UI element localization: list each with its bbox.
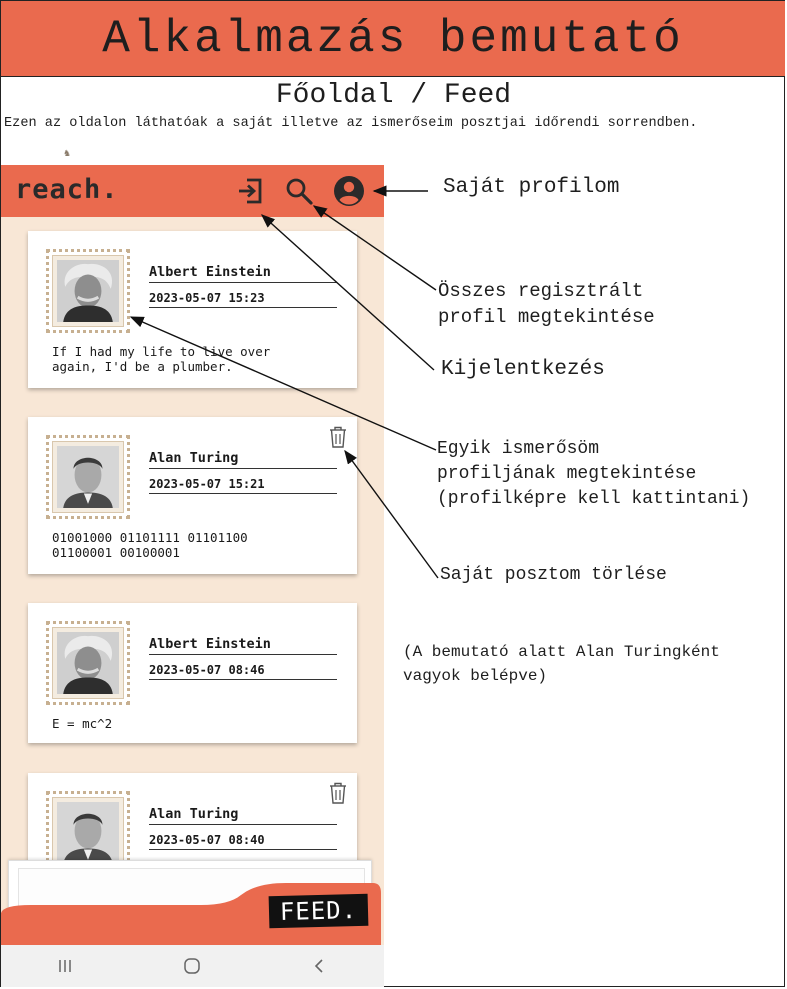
- delete-post-trash-icon[interactable]: [328, 781, 348, 805]
- post-date: 2023-05-07 08:40: [149, 833, 337, 850]
- post-date: 2023-05-07 08:46: [149, 663, 337, 680]
- presentation-title: Alkalmazás bemutató: [102, 12, 684, 65]
- post-author: Alan Turing: [149, 806, 337, 825]
- post-content: E = mc^2: [52, 716, 113, 731]
- annotation-delete-post: Saját posztom törlése: [440, 565, 667, 585]
- search-icon[interactable]: [282, 174, 316, 208]
- post-author: Albert Einstein: [149, 636, 337, 655]
- post-content: If I had my life to live over again, I'd…: [52, 344, 271, 374]
- post-card: Albert Einstein 2023-05-07 15:23 If I ha…: [28, 231, 357, 388]
- turing-photo: [57, 446, 119, 508]
- post-content: 01001000 01101111 01101100 01100001 0010…: [52, 530, 248, 560]
- turing-photo: [57, 802, 119, 864]
- android-nav-bar: [1, 945, 384, 987]
- post-card: Albert Einstein 2023-05-07 08:46 E = mc^…: [28, 603, 357, 743]
- annotation-own-profile: Saját profilom: [443, 176, 620, 199]
- delete-post-trash-icon[interactable]: [328, 425, 348, 449]
- small-decorative-icon: ♞: [64, 148, 71, 159]
- annotation-friend-profile: Egyik ismerősöm profiljának megtekintése…: [437, 439, 751, 509]
- einstein-photo: [57, 632, 119, 694]
- post-date: 2023-05-07 15:23: [149, 291, 337, 308]
- author-avatar-stamp[interactable]: [46, 249, 130, 333]
- home-icon[interactable]: [162, 951, 222, 981]
- app-logo[interactable]: reach.: [15, 174, 119, 205]
- presentation-banner: Alkalmazás bemutató: [1, 1, 785, 77]
- recent-apps-icon[interactable]: [35, 951, 95, 981]
- post-card: Alan Turing 2023-05-07 15:21 01001000 01…: [28, 417, 357, 574]
- post-author: Alan Turing: [149, 450, 337, 469]
- phone-screen: reach. Albert Einstein 2023-05-07 15:23 …: [1, 165, 384, 987]
- feed-tab-label[interactable]: FEED.: [268, 893, 369, 929]
- page-description: Ezen az oldalon láthatóak a saját illetv…: [4, 116, 698, 131]
- account-circle-icon[interactable]: [332, 174, 366, 208]
- back-icon[interactable]: [290, 951, 350, 981]
- author-avatar-stamp[interactable]: [46, 621, 130, 705]
- annotation-logout: Kijelentkezés: [441, 358, 605, 381]
- app-bar: reach.: [1, 165, 384, 217]
- einstein-photo: [57, 260, 119, 322]
- post-date: 2023-05-07 15:21: [149, 477, 337, 494]
- page-title: Főoldal / Feed: [275, 80, 512, 111]
- annotation-logged-in-note: (A bemutató alatt Alan Turingként vagyok…: [403, 643, 720, 685]
- author-avatar-stamp[interactable]: [46, 435, 130, 519]
- post-author: Albert Einstein: [149, 264, 337, 283]
- annotation-all-profiles: Összes regisztrált profil megtekintése: [438, 280, 655, 328]
- logout-icon[interactable]: [233, 174, 267, 208]
